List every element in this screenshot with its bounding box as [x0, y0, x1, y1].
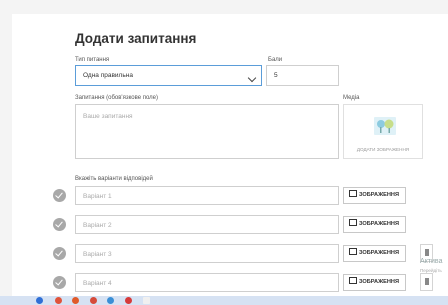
points-input[interactable]: 5: [266, 65, 339, 86]
taskbar-app-icon[interactable]: [107, 297, 114, 304]
top-band: [0, 0, 448, 14]
answer-image-button-3[interactable]: ЗОБРАЖЕННЯ: [343, 245, 406, 262]
image-icon: [349, 277, 357, 284]
taskbar-app-icon[interactable]: [55, 297, 62, 304]
image-icon: [349, 190, 357, 197]
answer-placeholder-2: Варіант 2: [83, 222, 112, 229]
taskbar-app-icon[interactable]: [125, 297, 132, 304]
taskbar-app-icon[interactable]: [72, 297, 79, 304]
answer-input-1[interactable]: Варіант 1: [75, 186, 339, 205]
answer-image-button-label: ЗОБРАЖЕННЯ: [359, 192, 399, 198]
answer-placeholder-4: Варіант 4: [83, 280, 112, 287]
correct-answer-toggle-2[interactable]: [53, 218, 66, 231]
activation-watermark: Актива: [420, 258, 443, 265]
question-type-value: Одна правильна: [83, 72, 133, 79]
media-dropzone[interactable]: ДОДАТИ ЗОБРАЖЕННЯ: [343, 104, 423, 159]
taskbar-app-icon[interactable]: [143, 297, 150, 304]
correct-answer-toggle-3[interactable]: [53, 247, 66, 260]
answer-image-button-1[interactable]: ЗОБРАЖЕННЯ: [343, 187, 406, 204]
question-placeholder: Ваше запитання: [83, 113, 133, 120]
answer-input-4[interactable]: Варіант 4: [75, 273, 339, 292]
add-image-link[interactable]: ДОДАТИ ЗОБРАЖЕННЯ: [344, 147, 422, 152]
answer-image-button-label: ЗОБРАЖЕННЯ: [359, 250, 399, 256]
trash-icon[interactable]: [420, 273, 433, 291]
answers-label: Вкажіть варіанти відповідей: [75, 176, 153, 182]
answer-input-3[interactable]: Варіант 3: [75, 244, 339, 263]
answer-input-2[interactable]: Варіант 2: [75, 215, 339, 234]
activation-watermark-subtext: Перейдіть: [420, 268, 442, 273]
image-icon: [349, 248, 357, 255]
correct-answer-toggle-1[interactable]: [53, 189, 66, 202]
taskbar-app-icon[interactable]: [90, 297, 97, 304]
answer-image-button-label: ЗОБРАЖЕННЯ: [359, 279, 399, 285]
question-type-label: Тип питання: [75, 57, 110, 63]
question-type-select[interactable]: Одна правильна: [75, 65, 262, 86]
taskbar: [0, 296, 448, 305]
question-label: Запитання (обов'язкове поле): [75, 95, 159, 101]
answer-placeholder-3: Варіант 3: [83, 251, 112, 258]
chevron-down-icon: [247, 73, 257, 83]
page-title: Додати запитання: [75, 31, 197, 46]
media-label: Медіа: [343, 95, 360, 101]
image-placeholder-icon: [374, 117, 396, 135]
points-label: Бали: [268, 57, 283, 63]
taskbar-app-icon[interactable]: [36, 297, 43, 304]
image-icon: [349, 219, 357, 226]
question-textarea[interactable]: Ваше запитання: [75, 104, 339, 159]
answer-image-button-label: ЗОБРАЖЕННЯ: [359, 221, 399, 227]
answer-image-button-2[interactable]: ЗОБРАЖЕННЯ: [343, 216, 406, 233]
answer-image-button-4[interactable]: ЗОБРАЖЕННЯ: [343, 274, 406, 291]
correct-answer-toggle-4[interactable]: [53, 276, 66, 289]
answer-placeholder-1: Варіант 1: [83, 193, 112, 200]
points-value: 5: [274, 72, 278, 79]
